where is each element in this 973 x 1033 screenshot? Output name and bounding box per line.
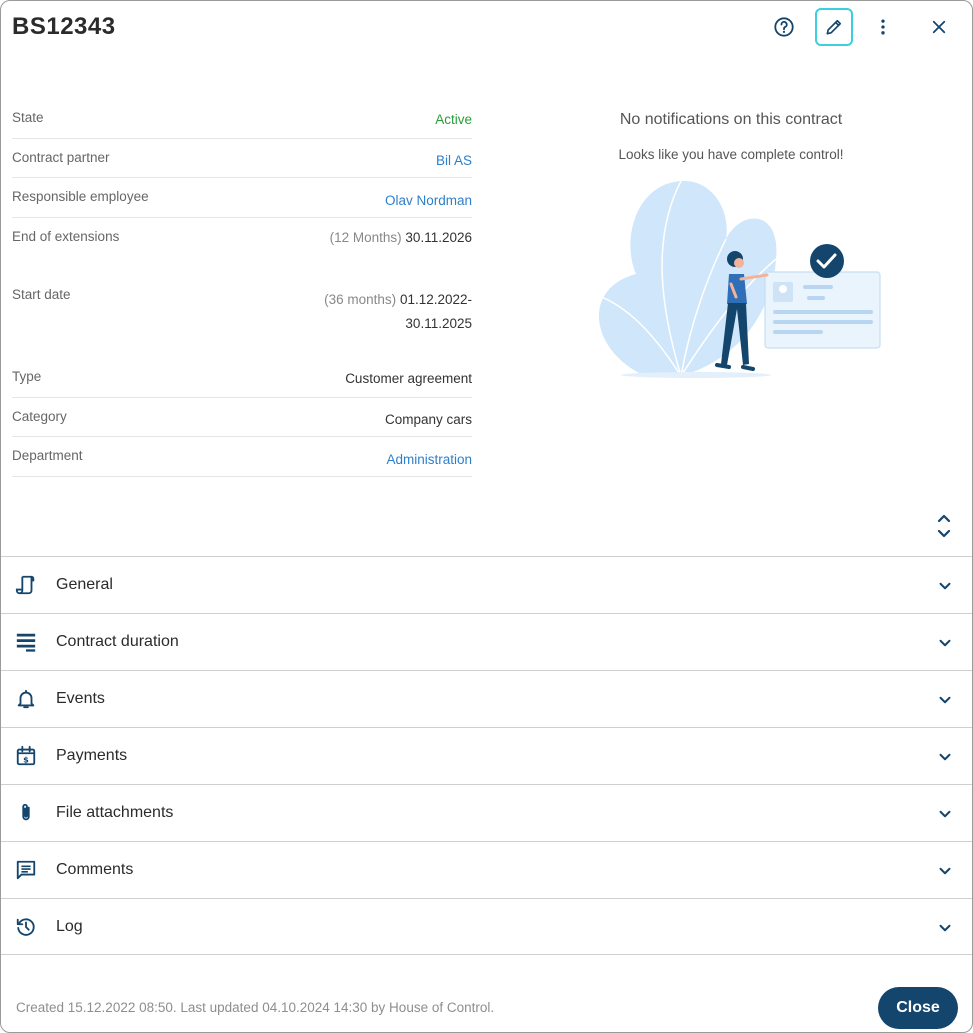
section-label: Comments [56,861,134,878]
contract-info: State Active Contract partner Bil AS Res… [12,99,472,477]
chevron-down-icon [939,696,951,704]
section-log[interactable]: Log [1,898,972,955]
end-of-extensions-label: End of extensions [12,229,120,244]
notifications-subtitle: Looks like you have complete control! [618,147,844,162]
edit-button[interactable] [815,8,853,46]
more-vertical-icon [881,19,885,35]
state-value: Active [435,112,472,127]
department-label: Department [12,448,83,463]
category-label: Category [12,409,67,424]
chevron-up-down-icon [937,514,951,538]
contract-dialog: BS12343 State Active Contract partner Bi… [0,0,973,1033]
chevron-down-icon [939,867,951,875]
bell-icon [17,689,35,709]
chevron-down-icon [939,924,951,932]
section-file-attachments[interactable]: File attachments [1,784,972,841]
chevron-down-icon [939,582,951,590]
paperclip-icon [22,803,30,821]
info-row-category: Category Company cars [12,398,472,437]
section-general[interactable]: General [1,556,972,613]
state-label: State [12,110,44,125]
end-of-extensions-duration: (12 Months) [329,230,402,245]
start-date-range-end: 30.11.2025 [405,316,472,331]
section-comments[interactable]: Comments [1,841,972,898]
close-icon [932,20,946,34]
contract-partner-label: Contract partner [12,150,110,165]
info-row-state: State Active [12,99,472,139]
end-of-extensions-value: (12 Months) 30.11.2026 [330,230,472,245]
document-icon [15,575,35,595]
notifications-title: No notifications on this contract [619,111,843,128]
page-title: BS12343 [12,13,116,40]
section-payments[interactable]: $ Payments [1,727,972,784]
chevron-down-icon [939,753,951,761]
start-date-duration: (36 months) [324,292,397,307]
category-value: Company cars [384,412,472,427]
start-date-label: Start date [12,287,71,302]
department-link[interactable]: Administration [386,452,472,467]
chevron-down-icon [939,810,951,818]
end-of-extensions-date: 30.11.2026 [405,230,472,245]
empty-state-illustration [582,180,881,378]
section-label: Events [56,690,105,707]
pencil-icon [826,19,842,35]
more-options-button[interactable] [864,8,902,46]
comment-icon [16,860,36,880]
dialog-header: BS12343 [1,1,972,55]
help-icon [774,17,794,37]
info-row-start-date: Start date (36 months) 01.12.2022- 30.11.… [12,276,472,360]
section-contract-duration[interactable]: Contract duration [1,613,972,670]
svg-text:$: $ [23,754,29,764]
info-row-end-of-extensions: End of extensions (12 Months) 30.11.2026 [12,218,472,276]
section-events[interactable]: Events [1,670,972,727]
info-row-type: Type Customer agreement [12,360,472,398]
info-row-responsible-employee: Responsible employee Olav Nordman [12,178,472,218]
chevron-down-icon [939,639,951,647]
audit-footer-text: Created 15.12.2022 08:50. Last updated 0… [16,1000,495,1015]
responsible-employee-label: Responsible employee [12,189,149,204]
section-label: Log [56,918,83,935]
section-label: File attachments [56,804,174,821]
help-button[interactable] [765,8,803,46]
calendar-dollar-icon: $ [16,745,36,766]
section-label: General [56,576,113,593]
start-date-range-start: 01.12.2022- [399,292,472,307]
info-row-contract-partner: Contract partner Bil AS [12,139,472,178]
section-label: Payments [56,747,128,764]
type-label: Type [12,369,42,384]
start-date-value: (36 months) 01.12.2022- 30.11.2025 [324,288,472,336]
type-value: Customer agreement [345,371,472,386]
contract-partner-link[interactable]: Bil AS [436,153,472,168]
expand-collapse-toggle[interactable] [933,513,955,539]
notifications-panel: No notifications on this contract Looks … [541,99,921,378]
info-row-department: Department Administration [12,437,472,477]
responsible-employee-link[interactable]: Olav Nordman [385,193,472,208]
section-label: Contract duration [56,633,179,650]
list-icon [16,633,36,652]
accordion-sections: General Contract duration Events $ Payme… [1,556,972,955]
close-dialog-button[interactable] [920,8,958,46]
history-icon [16,918,35,936]
close-button[interactable]: Close [878,987,958,1029]
